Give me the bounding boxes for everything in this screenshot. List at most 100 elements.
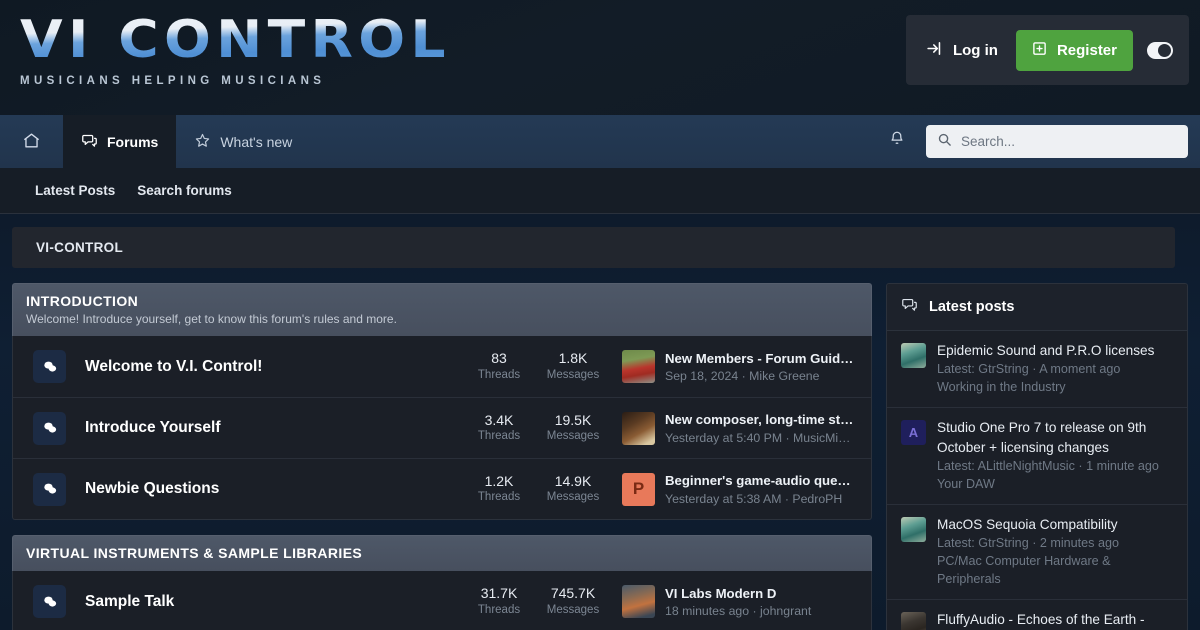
forum-section: INTRODUCTION Welcome! Introduce yourself… xyxy=(12,283,872,520)
threads-label: Threads xyxy=(477,430,521,443)
avatar[interactable] xyxy=(622,350,655,383)
nav-item-forums-label: Forums xyxy=(107,133,159,150)
avatar[interactable] xyxy=(901,343,926,368)
auth-controls: Log in Register xyxy=(905,15,1189,85)
messages-stat: 14.9K Messages xyxy=(536,473,610,505)
latest-post-node[interactable]: Your DAW xyxy=(937,475,1173,493)
last-post-title[interactable]: Beginner's game-audio quest… xyxy=(665,472,857,490)
forum-list-column: INTRODUCTION Welcome! Introduce yourself… xyxy=(12,283,872,630)
messages-stat: 19.5K Messages xyxy=(536,412,610,444)
avatar[interactable]: P xyxy=(622,472,655,506)
forum-node-title[interactable]: Newbie Questions xyxy=(85,480,462,498)
subnav-item-latest-posts[interactable]: Latest Posts xyxy=(35,183,115,198)
latest-post-node[interactable]: Working in the Industry xyxy=(937,378,1173,396)
latest-post-body: Epidemic Sound and P.R.O licenses Latest… xyxy=(937,341,1173,396)
latest-post-body: FluffyAudio - Echoes of the Earth - Avai… xyxy=(937,610,1173,630)
bell-icon xyxy=(888,130,906,153)
star-icon xyxy=(194,132,211,152)
avatar[interactable] xyxy=(622,585,655,618)
last-post: P Beginner's game-audio quest… Yesterday… xyxy=(622,472,857,506)
forum-node-row[interactable]: Newbie Questions 1.2K Threads 14.9K Mess… xyxy=(13,458,871,519)
search-box[interactable] xyxy=(926,125,1188,158)
notifications-button[interactable] xyxy=(876,124,918,159)
avatar[interactable] xyxy=(622,411,655,445)
latest-posts-header: Latest posts xyxy=(887,284,1187,331)
section-title[interactable]: VIRTUAL INSTRUMENTS & SAMPLE LIBRARIES xyxy=(26,545,858,561)
latest-posts-title: Latest posts xyxy=(929,299,1015,315)
latest-post-title[interactable]: MacOS Sequoia Compatibility xyxy=(937,515,1173,534)
forum-node-title[interactable]: Sample Talk xyxy=(85,593,462,611)
avatar[interactable] xyxy=(901,612,926,630)
last-post-text: VI Labs Modern D 18 minutes ago · johngr… xyxy=(665,585,857,619)
latest-post-item[interactable]: MacOS Sequoia Compatibility Latest: GtrS… xyxy=(887,505,1187,601)
sidebar-column: Latest posts Epidemic Sound and P.R.O li… xyxy=(886,283,1188,630)
last-post-meta: Yesterday at 5:40 PM · MusicMi… xyxy=(665,430,851,445)
messages-count: 19.5K xyxy=(554,411,592,428)
forum-node-icon xyxy=(33,411,66,445)
last-post: New composer, long-time stu… Yesterday a… xyxy=(622,411,857,445)
latest-post-node[interactable]: PC/Mac Computer Hardware & Peripherals xyxy=(937,552,1173,588)
forum-node-list: Welcome to V.I. Control! 83 Threads 1.8K… xyxy=(12,336,872,520)
threads-label: Threads xyxy=(477,491,521,504)
forums-icon xyxy=(901,296,918,318)
threads-stat: 1.2K Threads xyxy=(462,473,536,505)
latest-post-meta: Latest: ALittleNightMusic · 1 minute ago xyxy=(937,458,1159,473)
latest-post-title[interactable]: FluffyAudio - Echoes of the Earth - Avai… xyxy=(937,610,1173,630)
last-post-meta: 18 minutes ago · johngrant xyxy=(665,604,812,619)
latest-post-title[interactable]: Epidemic Sound and P.R.O licenses xyxy=(937,341,1173,360)
last-post-title[interactable]: VI Labs Modern D xyxy=(665,585,857,603)
sign-in-icon xyxy=(926,40,943,61)
site-logo[interactable]: VI CONTROL MUSICIANS HELPING MUSICIANS xyxy=(20,14,446,87)
nav-item-whats-new[interactable]: What's new xyxy=(176,115,310,168)
search-input[interactable] xyxy=(961,134,1177,149)
last-post-title[interactable]: New Members - Forum Guide… xyxy=(665,350,857,368)
nav-items: Forums What's new xyxy=(0,115,310,168)
latest-post-body: Studio One Pro 7 to release on 9th Octob… xyxy=(937,418,1173,493)
forum-node-list: Sample Talk 31.7K Threads 745.7K Message… xyxy=(12,571,872,630)
forums-icon xyxy=(81,132,98,152)
latest-post-meta: Latest: GtrString · A moment ago xyxy=(937,362,1121,377)
latest-posts-widget: Latest posts Epidemic Sound and P.R.O li… xyxy=(886,283,1188,630)
avatar[interactable]: A xyxy=(901,420,926,446)
home-icon xyxy=(22,131,41,153)
threads-count: 31.7K xyxy=(480,585,518,602)
subnav-item-search-forums[interactable]: Search forums xyxy=(137,183,232,198)
logo-title: VI CONTROL xyxy=(20,10,451,70)
avatar[interactable] xyxy=(901,516,926,542)
last-post-title[interactable]: New composer, long-time stu… xyxy=(665,411,857,429)
messages-label: Messages xyxy=(546,491,600,504)
forum-node-title[interactable]: Introduce Yourself xyxy=(85,419,462,437)
threads-label: Threads xyxy=(477,603,521,616)
latest-post-item[interactable]: Epidemic Sound and P.R.O licenses Latest… xyxy=(887,331,1187,409)
latest-post-item[interactable]: A Studio One Pro 7 to release on 9th Oct… xyxy=(887,408,1187,505)
forum-node-icon xyxy=(33,585,66,618)
log-in-button[interactable]: Log in xyxy=(922,34,1002,67)
latest-post-meta: Latest: GtrString · 2 minutes ago xyxy=(937,536,1119,551)
forum-node-row[interactable]: Welcome to V.I. Control! 83 Threads 1.8K… xyxy=(13,336,871,397)
section-description: Welcome! Introduce yourself, get to know… xyxy=(26,312,397,326)
latest-post-item[interactable]: FluffyAudio - Echoes of the Earth - Avai… xyxy=(887,600,1187,630)
latest-post-body: MacOS Sequoia Compatibility Latest: GtrS… xyxy=(937,515,1173,588)
last-post: VI Labs Modern D 18 minutes ago · johngr… xyxy=(622,585,857,619)
forum-node-row[interactable]: Sample Talk 31.7K Threads 745.7K Message… xyxy=(13,571,871,630)
nav-item-forums[interactable]: Forums xyxy=(63,115,177,168)
dark-mode-toggle-icon[interactable] xyxy=(1147,41,1173,59)
threads-stat: 31.7K Threads xyxy=(462,585,536,617)
last-post: New Members - Forum Guide… Sep 18, 2024 … xyxy=(622,350,857,383)
log-in-label: Log in xyxy=(952,41,998,59)
latest-post-title[interactable]: Studio One Pro 7 to release on 9th Octob… xyxy=(937,418,1173,457)
forum-node-title[interactable]: Welcome to V.I. Control! xyxy=(85,358,462,376)
forum-node-icon xyxy=(33,472,66,506)
breadcrumb-label[interactable]: VI-CONTROL xyxy=(36,240,123,255)
nav-item-whats-new-label: What's new xyxy=(220,133,293,150)
nav-item-home[interactable] xyxy=(0,115,63,168)
section-header: VIRTUAL INSTRUMENTS & SAMPLE LIBRARIES xyxy=(12,535,872,571)
section-title[interactable]: INTRODUCTION xyxy=(26,293,858,309)
forum-node-row[interactable]: Introduce Yourself 3.4K Threads 19.5K Me… xyxy=(13,397,871,458)
register-button[interactable]: Register xyxy=(1015,29,1133,71)
last-post-meta: Yesterday at 5:38 AM · PedroPH xyxy=(665,491,843,506)
search-icon xyxy=(937,132,952,152)
threads-count: 83 xyxy=(491,350,507,367)
threads-stat: 83 Threads xyxy=(462,350,536,382)
logo-tagline: MUSICIANS HELPING MUSICIANS xyxy=(20,75,326,87)
